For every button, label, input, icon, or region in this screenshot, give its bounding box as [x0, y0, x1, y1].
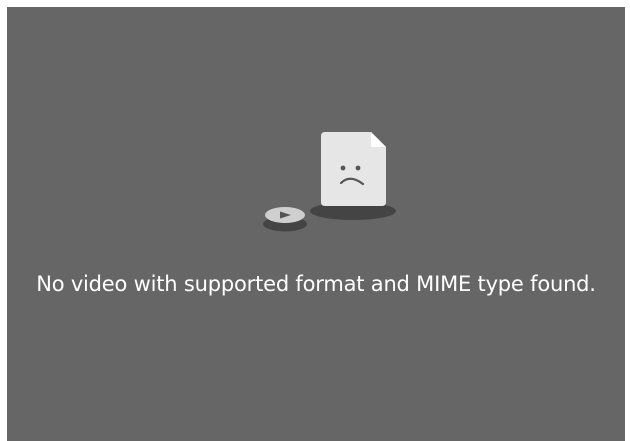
- sad-document-icon: [310, 132, 396, 220]
- error-illustration: [255, 124, 405, 239]
- play-icon: [263, 207, 307, 232]
- error-message: No video with supported format and MIME …: [36, 272, 596, 296]
- video-player: No video with supported format and MIME …: [7, 7, 625, 441]
